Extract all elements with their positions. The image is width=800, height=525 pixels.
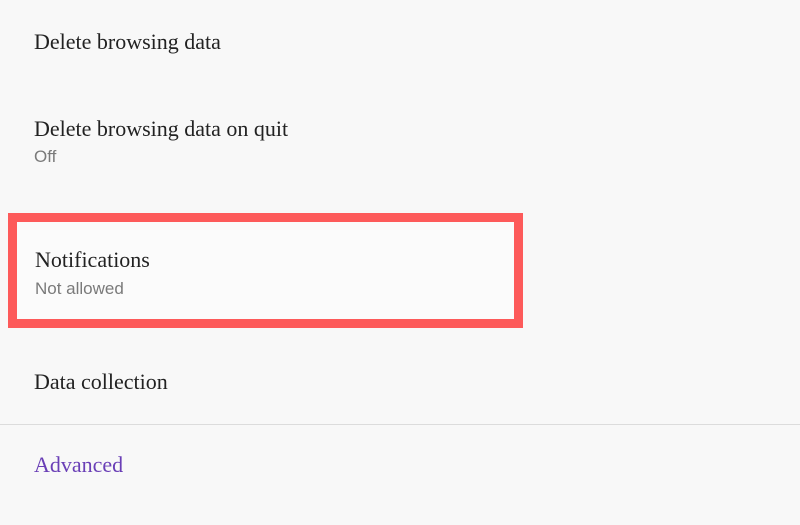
highlight-box: Notifications Not allowed <box>8 213 523 328</box>
setting-title: Advanced <box>34 451 766 480</box>
setting-data-collection[interactable]: Data collection <box>0 328 800 425</box>
setting-advanced[interactable]: Advanced <box>0 425 800 500</box>
setting-notifications[interactable]: Notifications Not allowed <box>17 222 514 319</box>
setting-delete-browsing-data-on-quit[interactable]: Delete browsing data on quit Off <box>0 101 800 194</box>
highlighted-area: Notifications Not allowed <box>0 213 800 328</box>
setting-subtitle: Off <box>34 147 766 167</box>
setting-title: Notifications <box>35 246 496 275</box>
setting-subtitle: Not allowed <box>35 279 496 299</box>
setting-title: Delete browsing data on quit <box>34 115 766 144</box>
setting-delete-browsing-data[interactable]: Delete browsing data <box>0 0 800 101</box>
setting-title: Delete browsing data <box>34 28 766 57</box>
settings-list: Delete browsing data Delete browsing dat… <box>0 0 800 500</box>
setting-title: Data collection <box>34 368 766 397</box>
